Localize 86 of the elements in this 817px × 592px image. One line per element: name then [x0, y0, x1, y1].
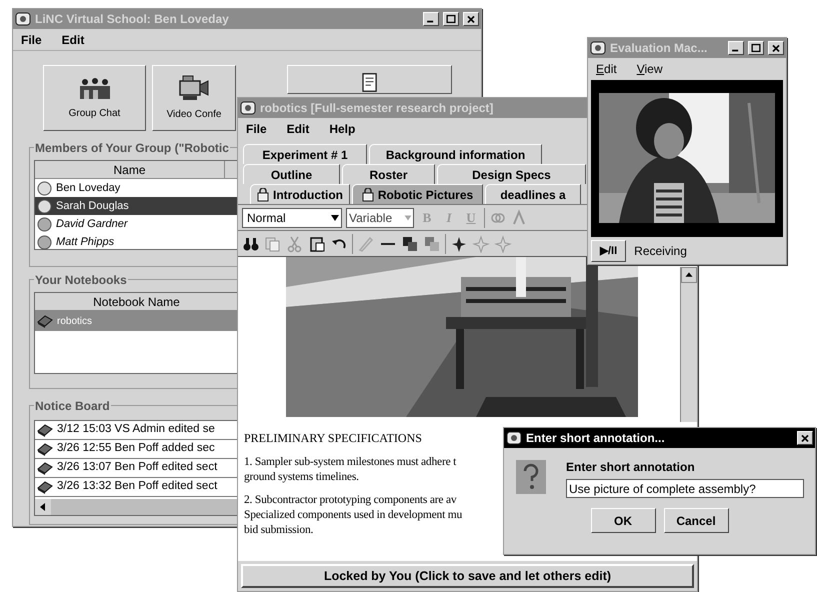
- color-fill-icon[interactable]: [401, 234, 419, 252]
- people-icon: [78, 76, 112, 100]
- maximize-button[interactable]: [748, 40, 764, 55]
- minimize-button[interactable]: [423, 12, 439, 26]
- member-name: Matt Phipps: [56, 234, 114, 250]
- tab[interactable]: deadlines a: [485, 184, 581, 204]
- menu-item[interactable]: Help: [329, 120, 356, 138]
- tab[interactable]: Introduction: [250, 184, 350, 204]
- toolbar-button[interactable]: [287, 65, 452, 94]
- app-icon: [590, 40, 606, 56]
- book-icon: [37, 423, 53, 437]
- question-icon: [516, 460, 546, 494]
- maximize-button[interactable]: [443, 12, 459, 26]
- avatar-icon: [37, 234, 52, 250]
- tab[interactable]: Outline: [243, 164, 340, 184]
- dropdown-arrow-icon: [403, 212, 413, 222]
- member-name: Ben Loveday: [56, 180, 120, 196]
- star-icon[interactable]: [472, 234, 490, 252]
- notebook-name: robotics: [57, 314, 92, 328]
- tab[interactable]: Experiment # 1: [243, 144, 367, 164]
- close-button[interactable]: [463, 12, 479, 26]
- menu-item[interactable]: Edit: [286, 120, 310, 138]
- document-text-line: 1. Sampler sub-system milestones must adhere t: [244, 455, 456, 470]
- annotation-input[interactable]: Use picture of complete assembly?: [566, 479, 804, 498]
- notice-text: 3/26 13:32 Ben Poff edited sect: [57, 479, 218, 494]
- book-icon: [37, 480, 53, 494]
- document-text-line: Specialized components used in development mu: [244, 508, 462, 523]
- document-text-line: 2. Subcontractor prototyping components are av: [244, 493, 456, 508]
- dropdown[interactable]: Normal: [242, 208, 342, 228]
- dialog-button[interactable]: OK: [590, 508, 656, 533]
- scroll-left-icon[interactable]: [35, 499, 51, 515]
- member-row[interactable]: Matt Phipps: [35, 233, 238, 251]
- scrollbar[interactable]: [680, 267, 697, 422]
- notice-text: 3/12 15:03 VS Admin edited se: [57, 422, 215, 438]
- menu-item[interactable]: View: [636, 60, 663, 78]
- book-icon: [37, 461, 53, 475]
- app-icon: [506, 430, 522, 446]
- document-text-line: ground systems timelines.: [244, 470, 359, 485]
- avatar-icon: [37, 180, 52, 196]
- member-row[interactable]: Sarah Douglas: [35, 197, 238, 215]
- close-button[interactable]: [797, 431, 813, 445]
- star-plus-icon[interactable]: [450, 234, 468, 252]
- document-text-line: bid submission.: [244, 523, 314, 538]
- tab[interactable]: Design Specs: [437, 164, 586, 184]
- launch-button[interactable]: Group Chat: [43, 65, 146, 131]
- window-title: Enter short annotation...: [526, 430, 665, 447]
- menu-item[interactable]: File: [246, 120, 267, 138]
- window-title: Evaluation Mac...: [610, 40, 708, 57]
- lock-icon: [362, 188, 374, 202]
- scroll-up-icon[interactable]: [681, 267, 697, 283]
- video-camera-icon: [177, 74, 211, 100]
- minimize-button[interactable]: [728, 40, 744, 55]
- star-icon[interactable]: [494, 234, 512, 252]
- member-row[interactable]: Ben Loveday: [35, 179, 238, 197]
- play-pause-button[interactable]: ▶/II: [591, 240, 626, 262]
- book-icon: [37, 442, 53, 456]
- avatar-icon: [37, 216, 52, 232]
- tab[interactable]: Roster: [342, 164, 435, 184]
- scrollbar[interactable]: [35, 499, 238, 515]
- notice-text: 3/26 12:55 Ben Poff added sec: [57, 441, 215, 456]
- dialog-button[interactable]: Cancel: [664, 508, 728, 533]
- close-button[interactable]: [768, 40, 784, 55]
- color-fill-icon[interactable]: [423, 234, 441, 252]
- menu-item[interactable]: Edit: [62, 30, 84, 48]
- app-icon: [15, 11, 31, 27]
- window-title: robotics [Full-semester research project]: [260, 100, 494, 117]
- book-icon: [37, 314, 53, 328]
- lock-button[interactable]: Locked by You (Click to save and let others edit): [241, 564, 694, 588]
- member-name: David Gardner: [56, 216, 128, 232]
- launch-button[interactable]: Video Confe: [152, 65, 236, 131]
- lock-icon: [257, 188, 269, 202]
- member-name: Sarah Douglas: [56, 198, 129, 214]
- app-icon: [240, 100, 256, 116]
- member-row[interactable]: David Gardner: [35, 215, 238, 233]
- avatar-icon: [37, 198, 52, 214]
- document-heading: PRELIMINARY SPECIFICATIONS: [244, 430, 422, 447]
- menu-item[interactable]: Edit: [596, 60, 617, 78]
- status-text: Receiving: [634, 243, 687, 260]
- menu-item[interactable]: File: [21, 30, 42, 48]
- dropdown-arrow-icon: [329, 212, 341, 222]
- tab[interactable]: Robotic Pictures: [352, 184, 483, 204]
- prompt-label: Enter short annotation: [566, 459, 696, 476]
- notice-text: 3/26 13:07 Ben Poff edited sect: [57, 460, 218, 476]
- window-title: LiNC Virtual School: Ben Loveday: [35, 11, 229, 28]
- paste-icon[interactable]: [308, 234, 326, 252]
- tab[interactable]: Background information: [369, 144, 542, 164]
